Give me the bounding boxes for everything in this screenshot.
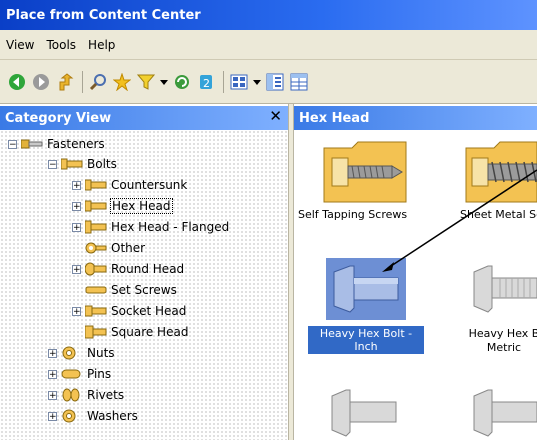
tile-label-sheet-metal-screws[interactable]: Sheet Metal Sc: [460, 208, 537, 221]
tree-item-fasteners[interactable]: − Fasteners: [8, 134, 105, 154]
tree-item-washers[interactable]: + Washers: [48, 406, 138, 426]
svg-text:2: 2: [203, 77, 210, 90]
tile-label-line: Heavy Hex Bolt -: [319, 327, 413, 340]
round-head-icon: [85, 262, 107, 276]
tile-label-line: Heavy Hex B: [468, 327, 537, 340]
favorites-icon[interactable]: [111, 71, 133, 93]
update-icon[interactable]: 2: [195, 71, 217, 93]
expand-icon[interactable]: +: [72, 201, 81, 211]
category-view-header: Category View ✕: [0, 106, 288, 130]
tree-item-square-head[interactable]: Square Head: [85, 322, 188, 342]
tree-item-round-head[interactable]: + Round Head: [72, 259, 184, 279]
tile-label-line: Inch: [354, 340, 378, 353]
menu-help[interactable]: Help: [82, 38, 121, 52]
square-head-icon: [85, 325, 107, 339]
sheet-metal-screws-folder-icon[interactable]: [464, 138, 537, 204]
bolt-folder-icon: [85, 200, 107, 212]
tree-item-label: Countersunk: [111, 178, 188, 192]
content-view-title: Hex Head: [299, 110, 370, 126]
tree-item-label: Bolts: [87, 157, 117, 171]
tree-item-nuts[interactable]: + Nuts: [48, 343, 115, 363]
self-tapping-screws-folder-icon[interactable]: [322, 138, 408, 204]
forward-icon[interactable]: [30, 71, 52, 93]
menu-tools[interactable]: Tools: [40, 38, 82, 52]
dropdown-icon[interactable]: [159, 71, 169, 93]
expand-icon[interactable]: +: [72, 222, 81, 232]
tree-item-label: Nuts: [87, 346, 115, 360]
tree-item-label: Other: [111, 241, 146, 255]
window-title: Place from Content Center: [0, 0, 537, 30]
tree-item-hex-head[interactable]: + Hex Head: [72, 196, 173, 216]
tree-item-set-screws[interactable]: Set Screws: [85, 280, 177, 300]
tree-item-bolts[interactable]: − Bolts: [48, 154, 117, 174]
tree-item-pins[interactable]: + Pins: [48, 364, 111, 384]
expand-icon[interactable]: +: [48, 348, 57, 358]
set-screw-icon: [85, 286, 107, 294]
tree-item-rivets[interactable]: + Rivets: [48, 385, 124, 405]
collapse-icon[interactable]: −: [8, 139, 17, 149]
expand-icon[interactable]: +: [72, 264, 81, 274]
toolbar-separator: [82, 70, 83, 93]
tree-item-label: Hex Head - Flanged: [111, 220, 230, 234]
up-icon[interactable]: [54, 71, 76, 93]
bolt-folder-icon: [85, 220, 107, 234]
tree-item-label: Hex Head: [110, 198, 173, 214]
expand-icon[interactable]: +: [48, 390, 57, 400]
socket-head-icon: [85, 305, 107, 317]
tile-label-heavy-hex-bolt-inch[interactable]: Heavy Hex Bolt - Inch: [308, 326, 424, 354]
tree-item-label: Washers: [87, 409, 138, 423]
menu-bar: View Tools Help: [0, 30, 537, 60]
content-view-header: Hex Head: [294, 106, 537, 130]
filter-icon[interactable]: [135, 71, 157, 93]
table-view-icon[interactable]: [288, 71, 310, 93]
bolt-icon[interactable]: [328, 388, 400, 440]
view-icon[interactable]: [228, 71, 250, 93]
toolbar: 2: [0, 60, 537, 104]
menu-view[interactable]: View: [0, 38, 40, 52]
expand-icon[interactable]: +: [48, 369, 57, 379]
washer-icon: [62, 409, 76, 423]
tree-item-hex-head-flanged[interactable]: + Hex Head - Flanged: [72, 217, 229, 237]
search-icon[interactable]: [87, 71, 109, 93]
bolt-folder-icon: [85, 179, 107, 191]
tree-item-socket-head[interactable]: + Socket Head: [72, 301, 186, 321]
tree-item-label: Set Screws: [111, 283, 177, 297]
tree-item-label: Rivets: [87, 388, 125, 402]
category-tree: − Fasteners − Bolts + Countersunk + Hex …: [0, 130, 288, 440]
expand-icon[interactable]: +: [72, 180, 81, 190]
tree-view-icon[interactable]: [264, 71, 286, 93]
nut-icon: [62, 346, 76, 360]
toolbar-separator: [223, 70, 224, 93]
back-icon[interactable]: [6, 71, 28, 93]
bolt-icon[interactable]: [470, 388, 537, 440]
category-view-title: Category View: [5, 110, 112, 126]
other-icon: [85, 242, 107, 254]
tree-item-label: Socket Head: [111, 304, 187, 318]
fasteners-icon: [21, 139, 43, 149]
tree-item-label: Fasteners: [47, 137, 105, 151]
tile-label-heavy-hex-bolt-metric[interactable]: Heavy Hex B Metric: [454, 327, 537, 355]
heavy-hex-bolt-inch-icon[interactable]: [326, 258, 406, 320]
bolt-folder-icon: [61, 158, 83, 170]
pin-icon: [61, 369, 81, 379]
close-icon[interactable]: ✕: [269, 107, 282, 125]
tree-item-label: Square Head: [111, 325, 189, 339]
tree-item-countersunk[interactable]: + Countersunk: [72, 175, 187, 195]
tile-label-line: Metric: [486, 341, 522, 354]
rivet-icon: [62, 388, 80, 402]
tree-item-other[interactable]: Other: [85, 238, 145, 258]
expand-icon[interactable]: +: [48, 411, 57, 421]
heavy-hex-bolt-metric-icon[interactable]: [470, 262, 537, 316]
expand-icon[interactable]: +: [72, 306, 81, 316]
collapse-icon[interactable]: −: [48, 159, 57, 169]
tree-item-label: Pins: [87, 367, 112, 381]
refresh-icon[interactable]: [171, 71, 193, 93]
tile-label-self-tapping-screws[interactable]: Self Tapping Screws: [298, 208, 407, 221]
dropdown-icon[interactable]: [252, 71, 262, 93]
content-view: Self Tapping Screws Sheet Metal Sc Heavy…: [294, 130, 537, 440]
tree-item-label: Round Head: [111, 262, 185, 276]
